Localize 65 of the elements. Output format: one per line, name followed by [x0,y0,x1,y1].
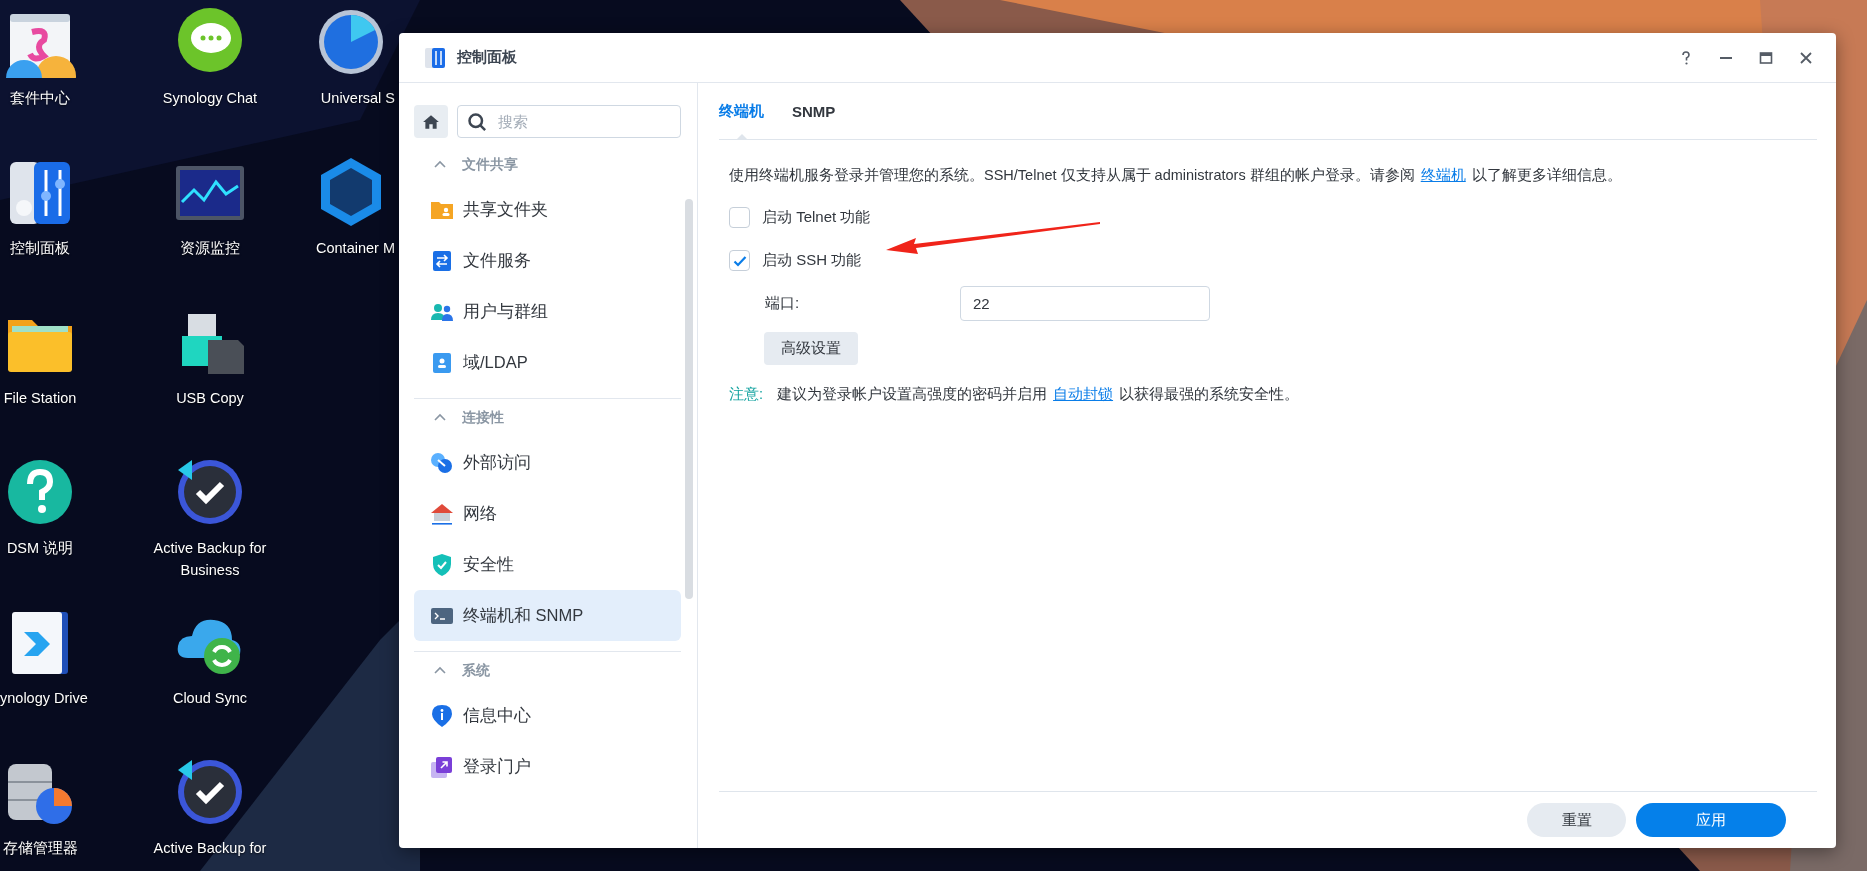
scrollbar[interactable] [685,199,693,599]
app-label[interactable]: 套件中心 [10,87,70,109]
file-transfer-icon [430,248,454,273]
sidebar-item-label: 信息中心 [463,704,531,726]
tab[interactable]: SNMP [792,83,836,139]
port-label: 端口: [765,293,801,313]
sidebar-item-label: 用户与群组 [463,300,548,322]
notice-label: 注意: [729,385,764,404]
control-panel-icon [423,45,447,70]
app-label[interactable]: Cloud Sync [172,687,248,709]
info-icon [430,703,454,728]
close-icon[interactable] [1798,49,1814,66]
sidebar-item[interactable]: 终端机和 SNMP [414,590,681,641]
sidebar-item-label: 网络 [463,502,497,524]
sidebar-item[interactable]: 用户与群组 [414,286,681,337]
app-label[interactable]: Container M [316,237,395,259]
shield-icon [430,552,454,577]
app-label[interactable]: Synology Chat [162,87,258,109]
window-title: 控制面板 [457,48,517,67]
app-label[interactable]: Universal S [320,87,395,109]
checkbox-label: 启动 SSH 功能 [762,251,862,270]
tab[interactable]: 终端机 [719,83,764,139]
sidebar-item[interactable]: 安全性 [414,539,681,590]
search-icon [467,112,487,132]
advanced-settings-button[interactable]: 高级设置 [764,332,858,365]
sidebar-item-label: 登录门户 [463,755,531,777]
home-button[interactable] [414,105,448,138]
port-field[interactable]: 22 [960,285,1210,321]
reset-button[interactable]: 重置 [1527,803,1626,837]
app-label[interactable]: Active Backup for [153,837,267,859]
sidebar-item-label: 外部访问 [463,451,531,473]
checkbox-label: 启动 Telnet 功能 [762,208,871,227]
help-link[interactable]: 终端机 [1420,167,1466,183]
description-text: 使用终端机服务登录并管理您的系统。SSH/Telnet 仅支持从属于 administrators 群组的帐户登录。请参阅 终端机 以了解更多详细信息。 [729,166,1623,185]
link-icon [430,450,454,475]
sidebar-item-label: 终端机和 SNMP [463,604,584,626]
maximize-icon[interactable] [1758,49,1774,66]
sidebar-item[interactable]: 外部访问 [414,437,681,488]
app-label[interactable]: ynology Drive [0,687,88,709]
contact-card-icon [430,350,454,375]
sidebar-item[interactable]: 登录门户 [414,741,681,792]
apply-button[interactable]: 应用 [1636,803,1786,837]
sidebar-item[interactable]: 信息中心 [414,690,681,741]
app-label[interactable]: Active Backup for Business [130,537,290,581]
arrow-square-icon [430,754,454,779]
sidebar-item-label: 共享文件夹 [463,198,548,220]
app-label[interactable]: DSM 说明 [6,537,74,559]
sidebar-item-label: 文件服务 [463,249,531,271]
app-label[interactable]: USB Copy [176,387,244,409]
sidebar-item[interactable]: 域/LDAP [414,337,681,388]
app-label[interactable]: 资源监控 [180,237,240,259]
search-field[interactable]: 搜索 [457,105,681,138]
sidebar-item[interactable]: 网络 [414,488,681,539]
notice-text: 建议为登录帐户设置高强度的密码并启用 自动封锁 以获得最强的系统安全性。 [777,385,1300,404]
app-label[interactable]: 控制面板 [10,237,70,259]
auto-block-link[interactable]: 自动封锁 [1053,386,1114,402]
sidebar-item-label: 安全性 [463,553,514,575]
sidebar-item-label: 域/LDAP [463,351,528,373]
sidebar-item[interactable]: 文件服务 [414,235,681,286]
sidebar-item[interactable]: 共享文件夹 [414,184,681,235]
checkbox[interactable] [729,250,750,271]
house-icon [430,501,454,526]
checkbox[interactable] [729,207,750,228]
app-label[interactable]: File Station [3,387,77,409]
app-label[interactable]: 存储管理器 [2,837,78,859]
